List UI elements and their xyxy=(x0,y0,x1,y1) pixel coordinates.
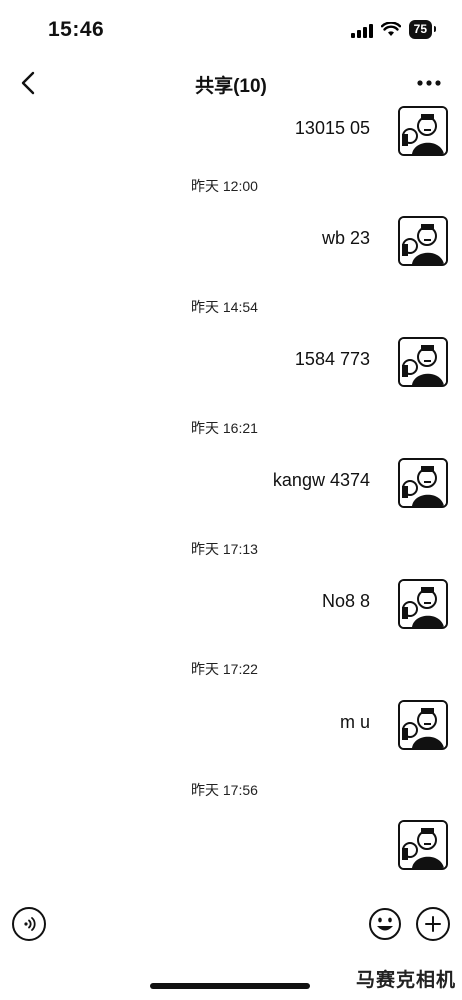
avatar-image xyxy=(400,108,446,154)
status-bar: 15:46 75 xyxy=(0,0,462,60)
message-text[interactable]: 13015 05 xyxy=(295,118,370,139)
message-row: No8 8 xyxy=(0,579,462,635)
timestamp: 昨天 12:00 xyxy=(191,178,258,194)
more-icon xyxy=(417,80,441,86)
avatar[interactable] xyxy=(398,579,448,629)
timestamp: 昨天 16:21 xyxy=(191,420,258,436)
voice-icon xyxy=(24,917,36,931)
avatar-image xyxy=(400,822,446,868)
message-row: m u xyxy=(0,700,462,756)
avatar[interactable] xyxy=(398,106,448,156)
avatar[interactable] xyxy=(398,458,448,508)
status-time: 15:46 xyxy=(48,18,105,41)
message-text[interactable]: wb 23 xyxy=(322,228,370,249)
status-icons: 75 xyxy=(350,20,437,39)
watermark: 马赛克相机 xyxy=(355,970,456,991)
smiley-icon xyxy=(369,908,401,940)
avatar-image xyxy=(400,581,446,627)
page-title: 共享(10) xyxy=(195,76,267,97)
avatar-image xyxy=(400,460,446,506)
message-row xyxy=(0,820,462,876)
avatar-image xyxy=(400,218,446,264)
timestamp: 昨天 17:13 xyxy=(191,541,258,557)
message-row: 13015 05 xyxy=(0,106,462,162)
voice-button[interactable] xyxy=(12,907,46,941)
avatar[interactable] xyxy=(398,337,448,387)
message-row: wb 23 xyxy=(0,216,462,272)
avatar[interactable] xyxy=(398,216,448,266)
signal-icon xyxy=(350,22,373,38)
home-indicator[interactable] xyxy=(150,983,310,989)
timestamp: 昨天 17:56 xyxy=(191,782,258,798)
chat-list[interactable]: 13015 05 昨天 12:00 wb 23 昨天 14:54 1584 77… xyxy=(0,100,462,895)
wifi-icon xyxy=(380,22,401,36)
battery-icon: 75 xyxy=(408,20,437,39)
message-text[interactable]: 1584 773 xyxy=(295,349,370,370)
message-text[interactable]: m u xyxy=(340,712,370,733)
plus-button[interactable] xyxy=(416,907,450,941)
more-button[interactable] xyxy=(414,70,444,96)
avatar-image xyxy=(400,339,446,385)
message-text[interactable]: No8 8 xyxy=(322,591,370,612)
plus-icon xyxy=(425,916,441,932)
timestamp: 昨天 17:22 xyxy=(191,661,258,677)
emoji-button[interactable] xyxy=(368,907,402,941)
timestamp: 昨天 14:54 xyxy=(191,299,258,315)
avatar[interactable] xyxy=(398,820,448,870)
message-text[interactable]: kangw 4374 xyxy=(273,470,370,491)
avatar[interactable] xyxy=(398,700,448,750)
avatar-image xyxy=(400,702,446,748)
message-row: 1584 773 xyxy=(0,337,462,393)
input-bar xyxy=(0,905,462,955)
message-row: kangw 4374 xyxy=(0,458,462,514)
